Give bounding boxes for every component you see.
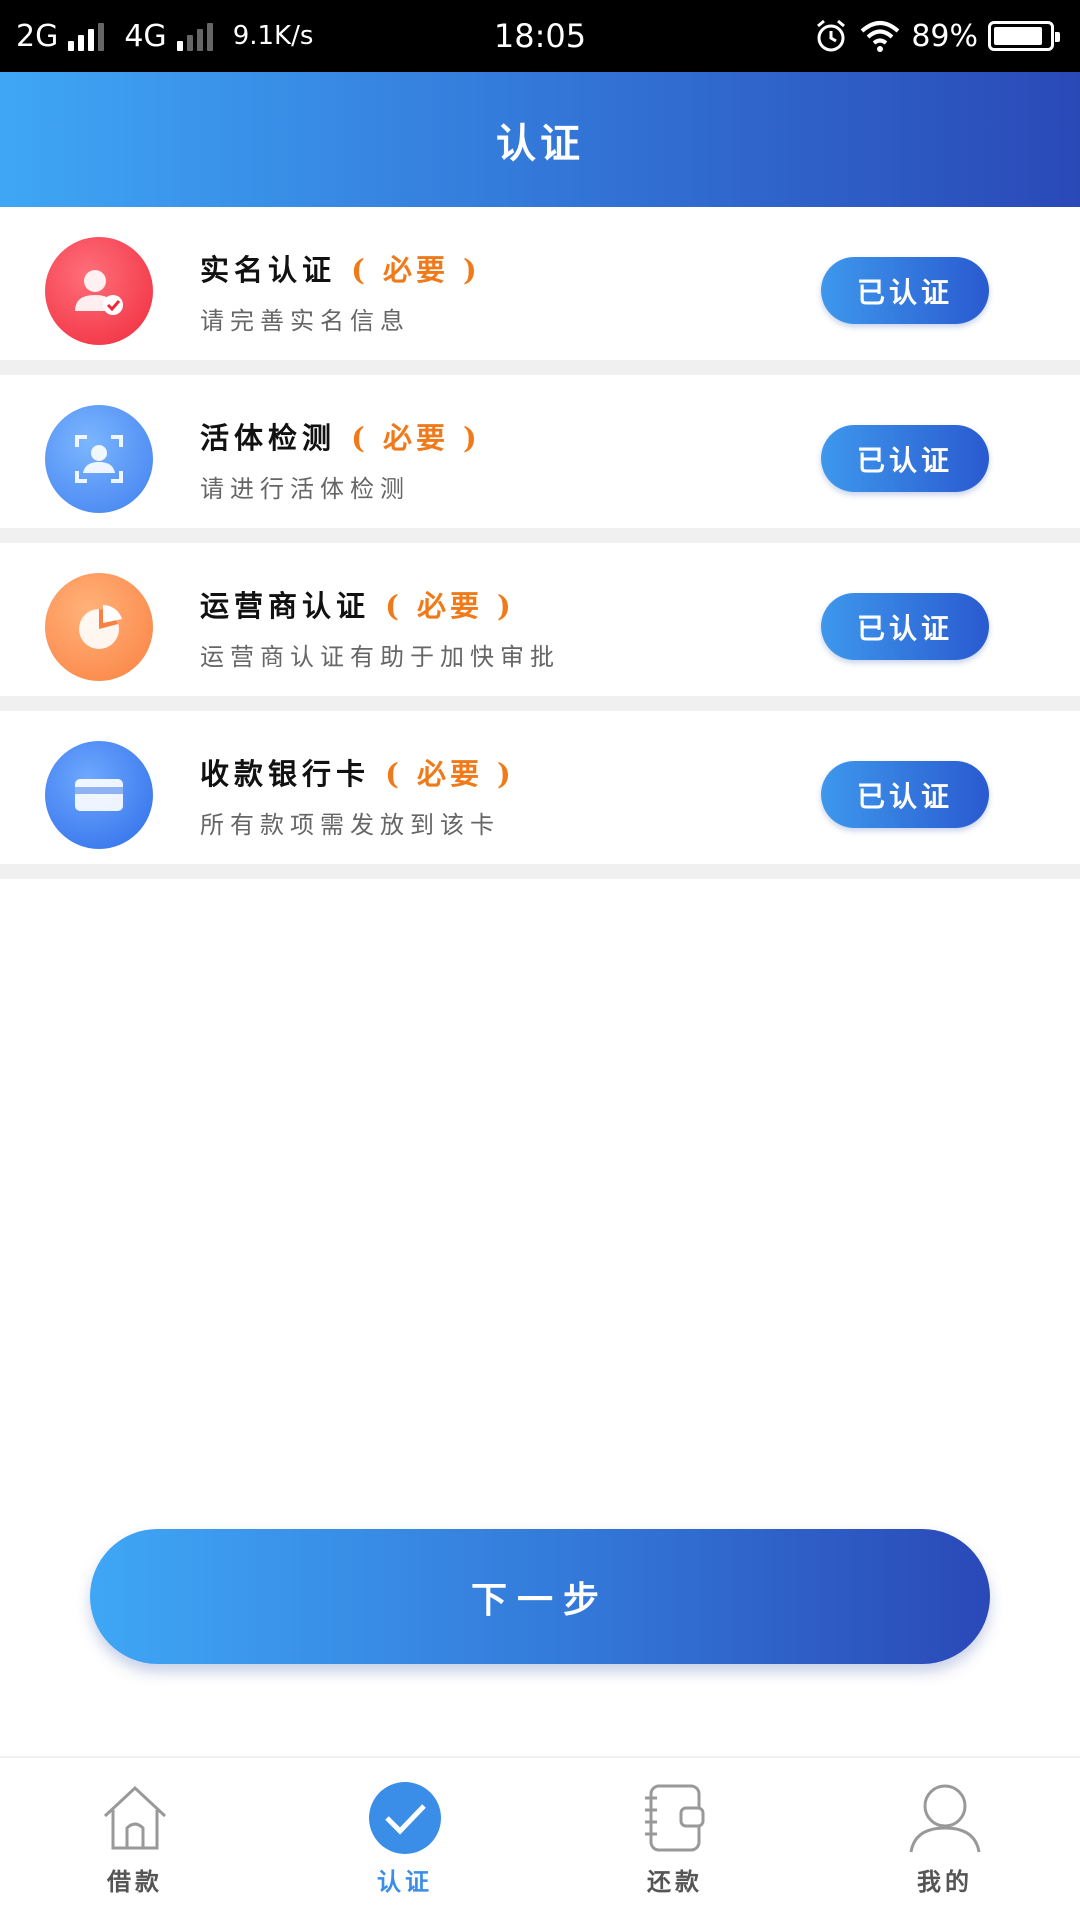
tab-loan[interactable]: 借款 [0,1758,270,1920]
check-circle-icon [367,1780,443,1856]
required-label: ( 必要 ) [351,421,481,455]
network-speed: 9.1K/s [232,21,314,51]
network-4g-label: 4G [124,18,167,54]
item-title-text: 实名认证 [200,253,337,287]
item-title-text: 收款银行卡 [200,757,371,791]
signal-strength-4g-icon [176,21,213,51]
battery-percent: 89% [911,18,978,54]
tab-label: 还款 [647,1867,703,1896]
status-left: 2G 4G 9.1K/s [16,0,313,72]
pie-chart-icon [45,573,153,681]
item-subtitle: 请完善实名信息 [200,307,410,335]
verified-button[interactable]: 已认证 [821,593,989,660]
required-label: ( 必要 ) [385,589,515,623]
verified-button[interactable]: 已认证 [821,257,989,324]
required-label: ( 必要 ) [351,253,481,287]
verified-button[interactable]: 已认证 [821,761,989,828]
item-title-text: 活体检测 [200,421,337,455]
wifi-icon [860,21,900,52]
network-2g-label: 2G [16,18,59,54]
item-subtitle: 运营商认证有助于加快审批 [200,643,560,671]
home-icon [97,1780,173,1856]
face-scan-icon [45,405,153,513]
verification-list: 实名认证 ( 必要 ) 请完善实名信息 已认证 活体检测 ( 必要 ) 请进行活… [0,207,1080,879]
item-subtitle: 所有款项需发放到该卡 [200,811,500,839]
item-title: 运营商认证 ( 必要 ) [200,583,515,625]
tab-verify[interactable]: 认证 [270,1758,540,1920]
tab-label: 借款 [107,1867,163,1896]
bottom-tab-bar: 借款 认证 还款 我的 [0,1756,1080,1920]
tab-label: 我的 [917,1867,973,1896]
verification-item-realname[interactable]: 实名认证 ( 必要 ) 请完善实名信息 已认证 [0,207,1080,375]
tab-mine[interactable]: 我的 [810,1758,1080,1920]
status-bar: 2G 4G 9.1K/s 18:05 89% [0,0,1080,72]
bank-card-icon [45,741,153,849]
page-header: 认证 [0,72,1080,207]
alarm-icon [817,19,846,52]
status-right: 89% [813,0,1064,72]
verified-button[interactable]: 已认证 [821,425,989,492]
next-step-button[interactable]: 下一步 [90,1529,990,1664]
wallet-book-icon [637,1780,713,1856]
verification-item-liveness[interactable]: 活体检测 ( 必要 ) 请进行活体检测 已认证 [0,375,1080,543]
item-subtitle: 请进行活体检测 [200,475,410,503]
verification-item-bankcard[interactable]: 收款银行卡 ( 必要 ) 所有款项需发放到该卡 已认证 [0,711,1080,879]
page-title: 认证 [496,119,584,167]
tab-label: 认证 [377,1867,433,1896]
person-check-icon [45,237,153,345]
item-title-text: 运营商认证 [200,589,371,623]
user-icon [907,1780,983,1856]
item-title: 实名认证 ( 必要 ) [200,247,481,289]
item-title: 收款银行卡 ( 必要 ) [200,751,515,793]
required-label: ( 必要 ) [385,757,515,791]
item-title: 活体检测 ( 必要 ) [200,415,481,457]
tab-repay[interactable]: 还款 [540,1758,810,1920]
signal-strength-2g-icon [68,21,105,51]
verification-item-carrier[interactable]: 运营商认证 ( 必要 ) 运营商认证有助于加快审批 已认证 [0,543,1080,711]
battery-icon [988,21,1060,51]
battery-fill [994,27,1043,45]
